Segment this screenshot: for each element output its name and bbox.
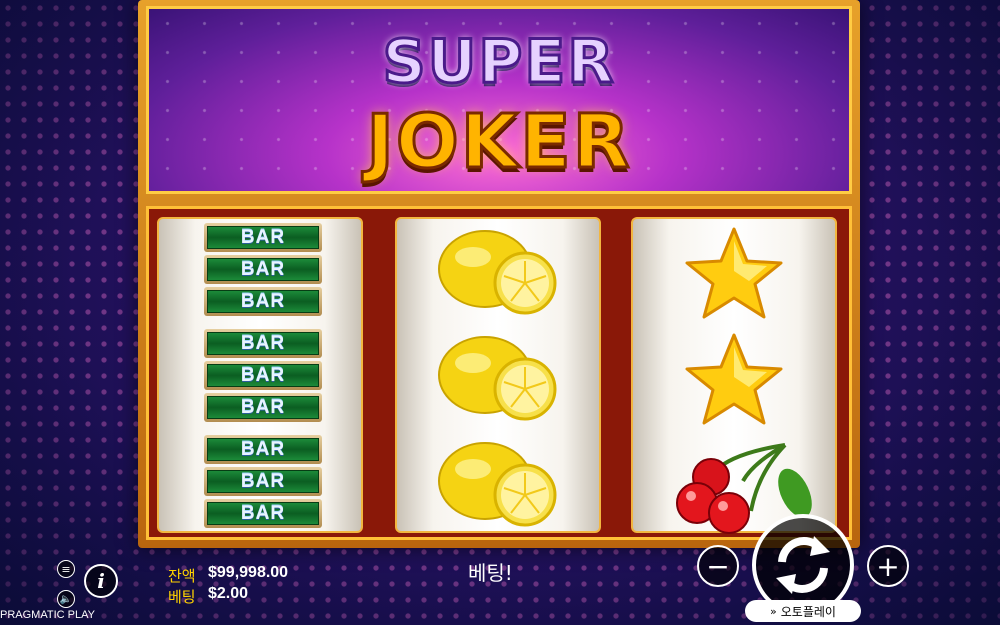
bar-symbol: BAR	[204, 287, 322, 316]
balance-value: $99,998.00	[208, 564, 289, 581]
logo-super: SUPER	[381, 26, 616, 99]
bar-label: BAR	[240, 364, 286, 386]
star-icon	[685, 333, 783, 425]
autoplay-label: 오토플레이	[780, 604, 836, 619]
menu-button[interactable]: ≡	[57, 560, 75, 578]
provider-logo: PRAGMATIC PLAY	[0, 609, 95, 621]
bar-label: BAR	[240, 438, 286, 460]
reel-1: BAR BAR BAR BAR BAR BAR BAR BAR BAR	[157, 217, 363, 533]
bar-label: BAR	[240, 396, 286, 418]
bar-symbol: BAR	[204, 361, 322, 390]
status-message: 베팅!	[468, 561, 513, 585]
bar-label: BAR	[240, 226, 286, 248]
plus-icon: +	[876, 549, 900, 583]
decrease-bet-button[interactable]: −	[697, 545, 739, 587]
autoplay-icon: »	[770, 604, 777, 618]
bar-symbol: BAR	[204, 467, 322, 496]
balance-label: 잔액	[168, 567, 196, 585]
bar-label: BAR	[240, 290, 286, 312]
reel-2	[395, 217, 601, 533]
game-logo-panel: SUPER JOKER	[146, 6, 852, 194]
reel-3	[631, 217, 837, 534]
bar-label: BAR	[240, 470, 286, 492]
bar-symbol: BAR	[204, 329, 322, 358]
lemon-icon	[438, 442, 557, 527]
star-icon	[685, 227, 783, 319]
bar-symbol: BAR	[204, 435, 322, 464]
logo-joker: JOKER	[365, 98, 632, 187]
bet-label: 베팅	[168, 588, 196, 606]
increase-bet-button[interactable]: +	[867, 545, 909, 587]
bar-label: BAR	[240, 502, 286, 524]
slot-cabinet: SUPER JOKER BAR BAR BAR BAR BAR BAR BAR …	[138, 0, 860, 548]
speaker-icon: 🔈	[59, 593, 73, 605]
bet-value: $2.00	[208, 585, 249, 602]
autoplay-button[interactable]: » 오토플레이	[745, 600, 861, 622]
lemon-icon	[438, 336, 557, 421]
info-button[interactable]: i	[84, 564, 118, 598]
reels-frame: BAR BAR BAR BAR BAR BAR BAR BAR BAR	[146, 206, 852, 540]
bar-symbol: BAR	[204, 393, 322, 422]
bar-symbol: BAR	[204, 499, 322, 528]
lemon-icon	[438, 230, 557, 315]
info-icon: i	[97, 569, 105, 593]
refresh-icon	[776, 536, 830, 594]
bar-symbol: BAR	[204, 223, 322, 252]
hamburger-icon: ≡	[61, 562, 71, 576]
sound-button[interactable]: 🔈	[57, 590, 75, 608]
bar-label: BAR	[240, 258, 286, 280]
minus-icon: −	[706, 549, 730, 583]
bar-symbol: BAR	[204, 255, 322, 284]
bar-label: BAR	[240, 332, 286, 354]
